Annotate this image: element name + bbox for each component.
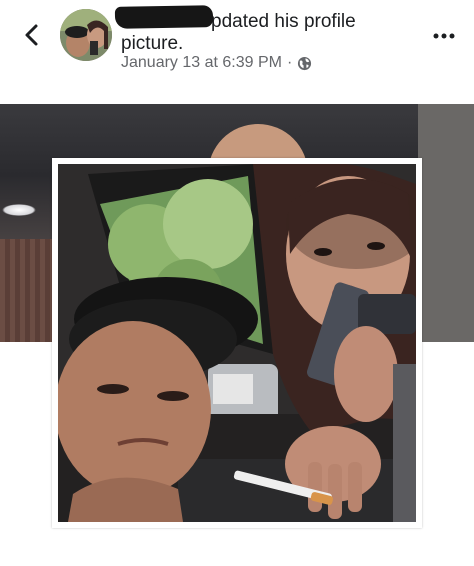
post-meta: January 13 at 6:39 PM ·: [121, 54, 312, 72]
post-action-text-end: picture.: [121, 33, 184, 54]
post-timestamp[interactable]: January 13 at 6:39 PM: [121, 54, 282, 72]
cover-car-light: [2, 204, 36, 216]
redacted-name: [114, 5, 214, 29]
cover-window-blinds: [0, 239, 52, 342]
cover-right-panel: [418, 104, 474, 342]
chevron-left-icon[interactable]: [18, 20, 46, 50]
profile-picture-frame[interactable]: [52, 158, 422, 528]
profile-picture[interactable]: [58, 164, 416, 522]
globe-icon[interactable]: [297, 56, 312, 71]
post-action-text-start: pdated his profile: [211, 11, 356, 32]
meta-separator: ·: [286, 54, 293, 71]
post-header: pdated his profile picture. January 13 a…: [0, 0, 474, 104]
avatar[interactable]: [60, 9, 112, 61]
more-horizontal-icon[interactable]: [432, 24, 456, 48]
